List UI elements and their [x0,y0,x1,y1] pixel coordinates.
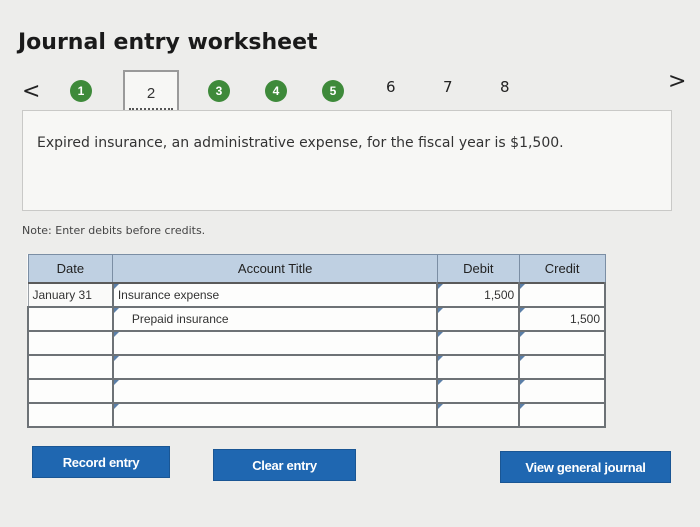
transaction-prompt-box: Expired insurance, an administrative exp… [22,110,672,211]
table-row [27,377,606,404]
table-row: Prepaid insurance 1,500 [27,305,606,332]
entry-note: Note: Enter debits before credits. [22,224,206,237]
date-cell: January 31 [27,281,114,307]
step-4-button[interactable]: 4 [265,80,287,102]
date-input[interactable] [27,401,114,428]
debit-input[interactable] [436,401,521,428]
column-header-date: Date [27,254,114,283]
step-6-button[interactable]: 6 [386,78,396,96]
journal-entry-table: Date Account Title Debit Credit January … [27,254,606,428]
step-2-label: 2 [146,84,156,102]
credit-input[interactable] [518,401,606,428]
debit-input[interactable] [436,377,521,404]
date-input[interactable] [27,305,114,332]
step-8-button[interactable]: 8 [500,78,510,96]
debit-input[interactable]: 1,500 [436,281,521,308]
table-row [27,401,606,428]
table-header-row: Date Account Title Debit Credit [27,254,606,283]
credit-input[interactable]: 1,500 [518,305,606,332]
account-title-input[interactable] [111,377,439,404]
account-title-input[interactable]: Prepaid insurance [111,305,439,332]
view-general-journal-button[interactable]: View general journal [500,451,671,483]
date-input[interactable] [27,329,114,356]
step-3-button[interactable]: 3 [208,80,230,102]
table-row: January 31 Insurance expense 1,500 [27,281,606,308]
credit-input[interactable] [518,353,606,380]
credit-input[interactable] [518,329,606,356]
account-title-input[interactable] [111,329,439,356]
debit-input[interactable] [436,353,521,380]
record-entry-button[interactable]: Record entry [32,446,170,478]
credit-input[interactable] [518,377,606,404]
account-title-input[interactable]: Insurance expense [111,281,439,308]
column-header-credit: Credit [518,254,606,283]
column-header-account-title: Account Title [112,254,438,283]
step-7-button[interactable]: 7 [443,78,453,96]
date-input[interactable] [27,353,114,380]
column-header-debit: Debit [436,254,520,283]
clear-entry-button[interactable]: Clear entry [213,449,356,481]
credit-input[interactable] [518,281,606,308]
debit-input[interactable] [436,329,521,356]
chevron-left-icon[interactable]: < [22,79,40,104]
debit-input[interactable] [436,305,521,332]
step-5-button[interactable]: 5 [322,80,344,102]
table-row [27,353,606,380]
chevron-right-icon[interactable]: > [668,69,686,94]
account-title-input[interactable] [111,401,439,428]
date-input[interactable] [27,377,114,404]
table-row [27,329,606,356]
transaction-prompt-text: Expired insurance, an administrative exp… [37,135,564,151]
page-title: Journal entry worksheet [18,30,318,55]
account-title-input[interactable] [111,353,439,380]
step-1-button[interactable]: 1 [70,80,92,102]
